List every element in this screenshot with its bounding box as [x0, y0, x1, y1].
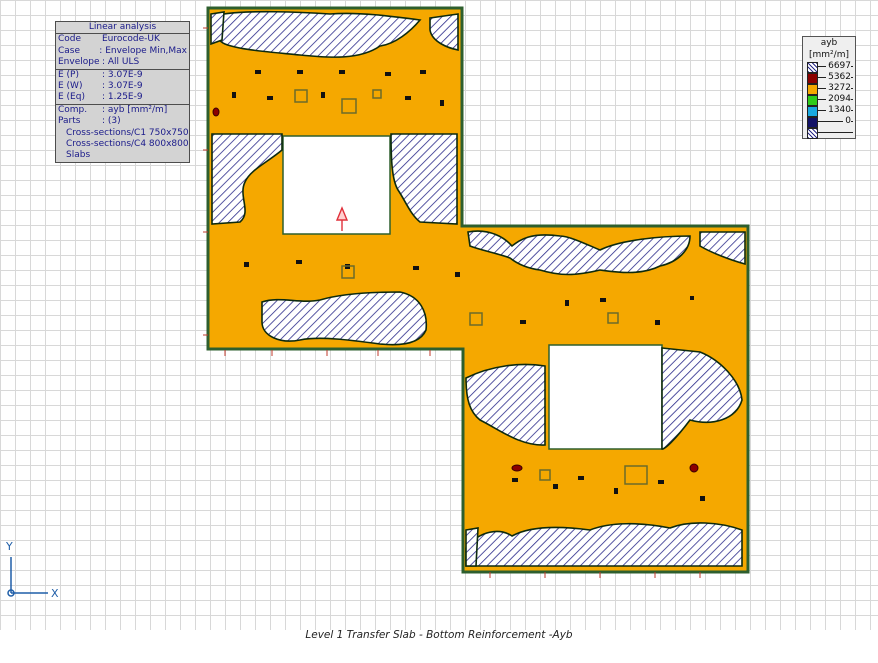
info-value: : Envelope Min,Max [99, 45, 187, 56]
legend-level: 1340 [803, 105, 855, 117]
info-value: : ayb [mm²/m] [102, 104, 168, 115]
info-value: : 3.07E-9 [102, 81, 143, 92]
y-axis-label: Y [6, 540, 13, 553]
info-key: Case [58, 45, 81, 56]
info-key: Comp. [58, 104, 88, 115]
legend-swatch [807, 128, 818, 139]
x-axis-label: X [51, 587, 59, 600]
analysis-info-panel: Linear analysis Code Eurocode-UK Case : En… [55, 21, 190, 163]
legend-line [818, 132, 853, 133]
info-part: Cross-sections/C4 800x800 [66, 139, 189, 150]
info-value: : 1.25E-9 [102, 92, 143, 103]
legend-value: 0 [843, 116, 851, 127]
legend-value: 6697 [826, 61, 851, 72]
legend-level: 5362 [803, 72, 855, 84]
axes-indicator [7, 557, 48, 597]
info-key: Envelope [58, 57, 100, 68]
info-value: Eurocode-UK [102, 34, 160, 45]
info-value: : (3) [102, 116, 121, 127]
legend-level: 6697 [803, 61, 855, 73]
legend-value: 2094 [826, 94, 851, 105]
info-value: : 3.07E-9 [102, 69, 143, 80]
info-key: E (P) [58, 69, 79, 80]
info-key: E (W) [58, 81, 83, 92]
info-key: E (Eq) [58, 92, 85, 103]
info-section-errors: E (P) : 3.07E-9 E (W) : 3.07E-9 E (Eq) : 1.… [56, 70, 189, 105]
legend-title: ayb [820, 38, 838, 48]
slab-opening-2 [548, 344, 663, 450]
info-key: Parts [58, 116, 81, 127]
info-title: Linear analysis [56, 22, 189, 35]
slab-outline [206, 6, 750, 574]
info-section-code: Code Eurocode-UK Case : Envelope Min,Max E… [56, 34, 189, 70]
legend-value: 5362 [826, 72, 851, 83]
legend-value: 3272 [826, 83, 851, 94]
info-section-parts: Comp. : ayb [mm²/m] Parts : (3) Cross-sect… [56, 105, 189, 162]
info-part: Slabs [66, 150, 91, 161]
legend-unit: [mm²/m] [809, 50, 849, 60]
legend-level: 3272 [803, 83, 855, 95]
contour-legend: ayb [mm²/m] 6697 5362 3272 2094 1340 0 [802, 36, 856, 139]
info-key: Code [58, 34, 82, 45]
legend-value: 1340 [826, 105, 851, 116]
legend-level: 0 [803, 116, 855, 128]
info-value: : All ULS [102, 57, 140, 68]
figure-caption: Level 1 Transfer Slab - Bottom Reinforce… [305, 629, 573, 641]
legend-level [803, 127, 855, 139]
info-part: Cross-sections/C1 750x750 [66, 127, 189, 138]
legend-level: 2094 [803, 94, 855, 106]
